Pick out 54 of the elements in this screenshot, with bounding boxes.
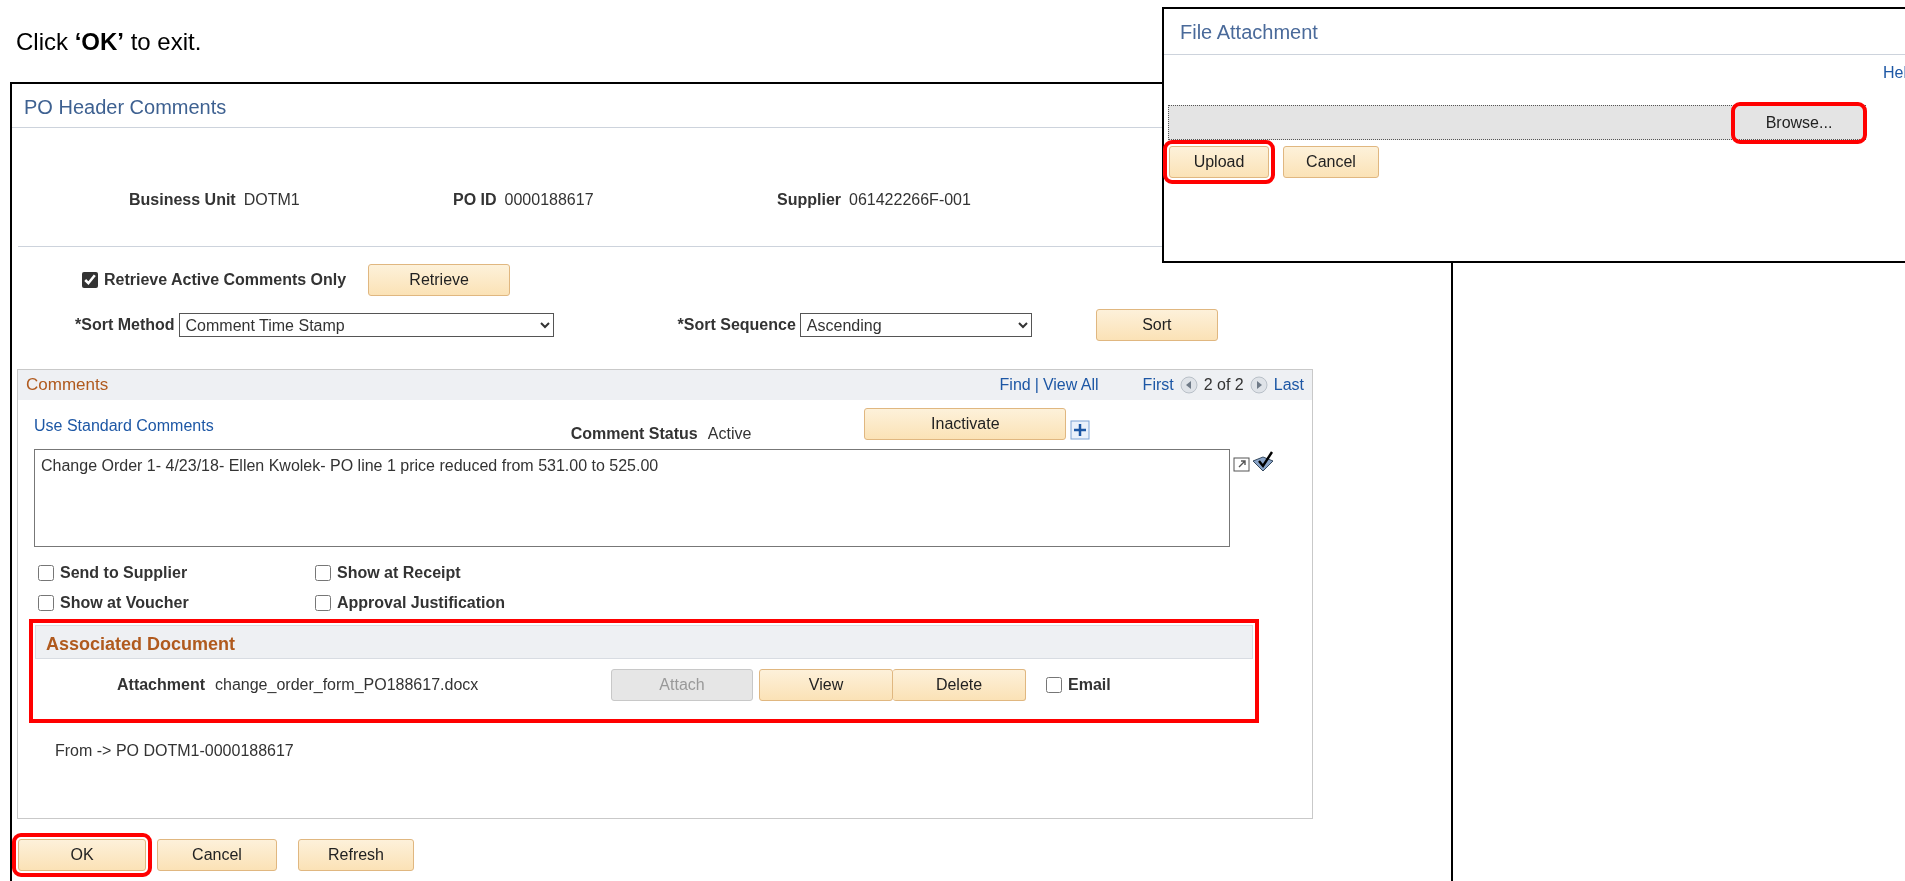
add-icon[interactable] bbox=[1070, 420, 1091, 440]
checkbox[interactable] bbox=[38, 565, 54, 581]
field-label: Attachment bbox=[117, 675, 205, 695]
checkbox[interactable] bbox=[1046, 677, 1062, 693]
expand-icon[interactable] bbox=[1233, 455, 1251, 473]
comment-textarea[interactable]: Change Order 1- 4/23/18- Ellen Kwolek- PO line 1 price reduced from 531.00 to 525.00 bbox=[34, 449, 1230, 547]
field-value: DOTM1 bbox=[243, 191, 300, 208]
find-link[interactable]: Find bbox=[999, 373, 1031, 397]
next-icon[interactable] bbox=[1249, 376, 1268, 394]
file-name: change_order_form_PO188617.docx bbox=[215, 675, 480, 695]
field-label: Comment Status bbox=[570, 424, 698, 444]
sort-button[interactable]: Sort bbox=[1095, 309, 1218, 341]
sort-sequence-select[interactable]: Ascending bbox=[799, 313, 1032, 337]
checkbox[interactable] bbox=[82, 272, 98, 288]
field-value: 061422266F-001 bbox=[849, 191, 971, 208]
inactivate-button[interactable]: Inactivate bbox=[864, 408, 1067, 440]
spell-check-icon[interactable] bbox=[1251, 451, 1275, 473]
checkbox[interactable] bbox=[38, 595, 54, 611]
button[interactable]: Cancel bbox=[157, 839, 277, 871]
button[interactable]: Delete bbox=[893, 669, 1026, 701]
field-value: Active bbox=[707, 424, 752, 444]
checkbox[interactable] bbox=[315, 565, 331, 581]
checkbox-label: Retrieve Active Comments Only bbox=[104, 270, 347, 290]
checkbox-label: Show at Receipt bbox=[337, 563, 461, 583]
row-counter: 2 of 2 bbox=[1203, 375, 1244, 395]
field-label: Business Unit bbox=[129, 191, 236, 208]
separator: | bbox=[1034, 375, 1039, 395]
instruction-text: Click ‘OK’ to exit. bbox=[16, 27, 202, 57]
file-input-field[interactable]: Browse... bbox=[1168, 105, 1866, 140]
checkbox[interactable] bbox=[315, 595, 331, 611]
checkbox-label: Show at Voucher bbox=[60, 593, 189, 613]
dialog-title: File Attachment bbox=[1164, 9, 1905, 55]
field-label: PO ID bbox=[453, 191, 497, 208]
sort-method-select[interactable]: Comment Time Stamp bbox=[178, 313, 554, 337]
field-label: Supplier bbox=[777, 191, 841, 208]
section-title: Associated Document bbox=[35, 625, 1253, 659]
standard-comments-link[interactable]: Use Standard Comments bbox=[34, 414, 214, 438]
button[interactable]: View bbox=[759, 669, 893, 701]
previous-icon[interactable] bbox=[1179, 376, 1198, 394]
first-link[interactable]: First bbox=[1142, 373, 1174, 397]
section-title: Comments bbox=[26, 374, 109, 397]
checkbox-label: Email bbox=[1068, 675, 1111, 695]
view-all-link[interactable]: View All bbox=[1042, 373, 1099, 397]
last-link[interactable]: Last bbox=[1273, 373, 1304, 397]
button[interactable]: Cancel bbox=[1283, 146, 1379, 178]
button[interactable]: Refresh bbox=[298, 839, 414, 871]
origin-text: From -> PO DOTM1-0000188617 bbox=[54, 741, 294, 761]
checkbox-label: Approval Justification bbox=[337, 593, 506, 613]
field-label: *Sort Method bbox=[75, 315, 175, 335]
checkbox-label: Send to Supplier bbox=[60, 563, 188, 583]
retrieve-button[interactable]: Retrieve bbox=[368, 264, 511, 296]
help-link[interactable]: Hel bbox=[1883, 61, 1905, 85]
field-label: *Sort Sequence bbox=[677, 315, 796, 335]
field-value: 0000188617 bbox=[504, 191, 594, 208]
